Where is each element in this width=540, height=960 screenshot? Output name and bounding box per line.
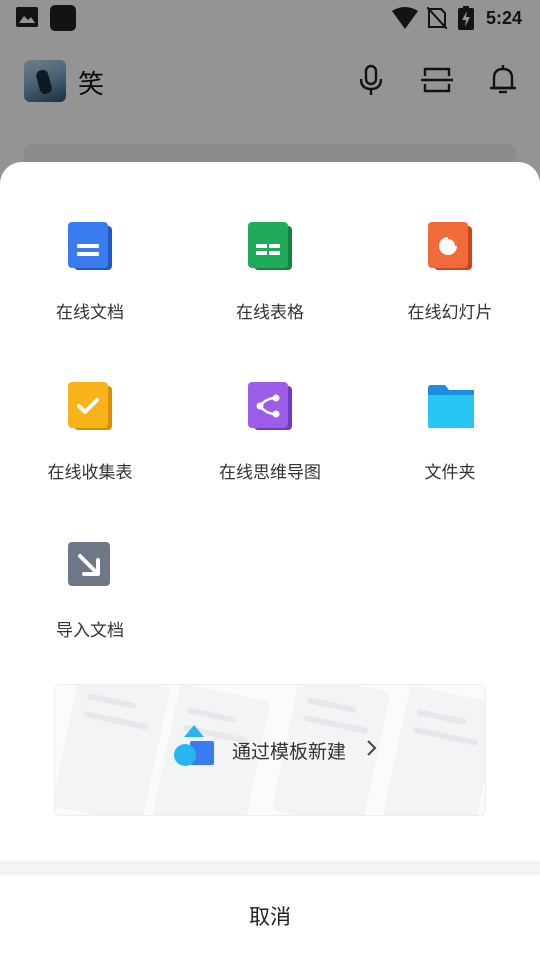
cancel-button[interactable]: 取消 [0, 875, 540, 960]
online-slides-icon [428, 222, 472, 270]
import-doc-icon [68, 542, 110, 586]
create-new-sheet: 在线文档 在线表格 在线幻灯片 在线收集表 在线思维导图 文件夹 导入文档 通过… [0, 162, 540, 960]
create-from-template-banner[interactable]: 通过模板新建 [54, 684, 486, 816]
create-online-mindmap[interactable]: 在线思维导图 [180, 382, 360, 532]
create-online-form[interactable]: 在线收集表 [0, 382, 180, 532]
chevron-right-icon [367, 740, 377, 756]
create-online-doc[interactable]: 在线文档 [0, 222, 180, 372]
create-folder-label: 文件夹 [424, 463, 476, 483]
sheet-divider [0, 861, 540, 875]
template-banner-label: 通过模板新建 [232, 741, 347, 763]
create-online-doc-label: 在线文档 [56, 303, 124, 323]
template-preview-card [55, 685, 171, 815]
online-mindmap-icon [248, 382, 292, 430]
online-doc-icon [68, 222, 112, 270]
online-form-icon [68, 382, 112, 430]
create-online-slides-label: 在线幻灯片 [407, 303, 493, 323]
import-document[interactable]: 导入文档 [0, 542, 180, 692]
create-online-sheet[interactable]: 在线表格 [180, 222, 360, 372]
create-folder[interactable]: 文件夹 [360, 382, 540, 532]
create-online-sheet-label: 在线表格 [236, 303, 304, 323]
online-sheet-icon [248, 222, 292, 270]
template-banner-content: 通过模板新建 [172, 723, 392, 773]
create-online-mindmap-label: 在线思维导图 [219, 463, 321, 483]
import-document-label: 导入文档 [56, 621, 124, 641]
create-online-form-label: 在线收集表 [47, 463, 133, 483]
template-preview-card [381, 685, 485, 815]
template-shapes-icon [174, 725, 214, 766]
create-online-slides[interactable]: 在线幻灯片 [360, 222, 540, 372]
folder-icon [428, 385, 474, 428]
